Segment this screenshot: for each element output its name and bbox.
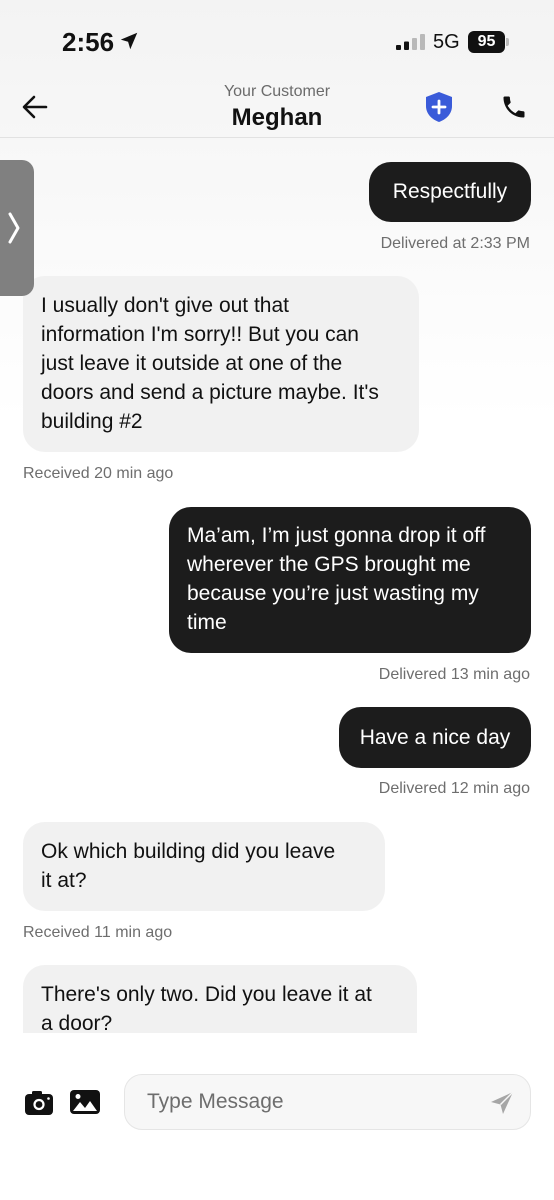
message-text: Respectfully: [392, 180, 508, 203]
message-input[interactable]: [124, 1074, 531, 1130]
battery-level: 95: [477, 33, 496, 50]
send-icon[interactable]: [488, 1089, 516, 1117]
signal-bars-icon: [396, 34, 425, 50]
message-line: because you’re just wasting my: [187, 582, 479, 605]
message-line: it at?: [41, 869, 87, 892]
message-bubble-outgoing: Ma’am, I’m just gonna drop it off wherev…: [169, 507, 531, 653]
message-status: Received 20 min ago: [23, 465, 174, 482]
message-line: a door?: [41, 1012, 113, 1033]
message-bubble-outgoing: Have a nice day: [339, 707, 531, 768]
customer-name: Meghan: [231, 104, 323, 131]
message-bubble-incoming: Ok which building did you leave it at?: [23, 822, 385, 911]
side-drawer-tab[interactable]: [0, 160, 34, 296]
chat-screen: 2:56 5G 95 Your Customer Meghan Respectf…: [0, 0, 554, 1200]
message-line: time: [187, 611, 227, 634]
message-line: Ok which building did you leave: [41, 840, 336, 863]
chat-header: Your Customer Meghan: [0, 80, 554, 138]
message-status: Delivered at 2:33 PM: [380, 235, 530, 252]
message-line: just leave it outside at one of the: [41, 352, 343, 375]
message-status: Delivered 12 min ago: [378, 780, 530, 797]
message-line: I usually don't give out that: [41, 294, 290, 317]
status-bar: 2:56 5G 95: [0, 0, 554, 80]
message-bubble-outgoing: Respectfully: [369, 162, 531, 222]
message-text: Have a nice day: [359, 726, 511, 749]
message-status: Received 11 min ago: [23, 924, 173, 941]
gallery-icon[interactable]: [69, 1088, 101, 1116]
message-bubble-incoming: There's only two. Did you leave it at a …: [23, 965, 417, 1033]
camera-icon[interactable]: [24, 1090, 54, 1116]
network-label: 5G: [433, 31, 460, 53]
message-composer: [0, 1060, 554, 1150]
chevron-right-icon: [8, 212, 20, 244]
message-line: building #2: [41, 410, 143, 433]
status-time: 2:56: [62, 27, 115, 57]
battery-cap: [506, 38, 509, 46]
phone-icon[interactable]: [500, 93, 528, 121]
message-line: information I'm sorry!! But you can: [41, 323, 359, 346]
message-line: Ma’am, I’m just gonna drop it off: [187, 524, 486, 547]
battery-indicator: 95: [468, 31, 505, 53]
message-status: Delivered 13 min ago: [378, 666, 530, 683]
header-subtitle: Your Customer: [223, 83, 331, 100]
message-bubble-incoming: I usually don't give out that informatio…: [23, 276, 419, 452]
location-arrow-icon: [120, 32, 138, 50]
message-list[interactable]: Respectfully Delivered at 2:33 PM I usua…: [0, 139, 554, 1033]
shield-plus-icon[interactable]: [424, 91, 454, 123]
message-line: There's only two. Did you leave it at: [41, 983, 372, 1006]
message-line: wherever the GPS brought me: [187, 553, 471, 576]
message-line: doors and send a picture maybe. It's: [41, 381, 379, 404]
